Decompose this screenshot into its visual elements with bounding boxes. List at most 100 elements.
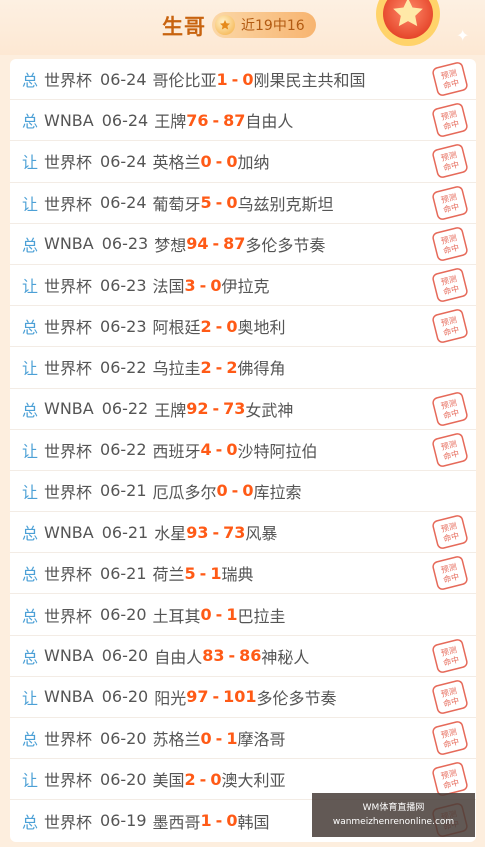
home-score: 97: [186, 687, 209, 707]
away-team: 多伦多节奏: [256, 688, 337, 708]
score-separator: -: [215, 357, 223, 377]
score-separator: -: [212, 399, 220, 419]
home-score: 0: [200, 151, 212, 171]
home-score: 0: [216, 481, 228, 501]
away-team: 韩国: [237, 812, 270, 832]
away-score: 73: [223, 522, 246, 542]
match-date: 06-24: [100, 69, 147, 89]
away-team: 沙特阿拉伯: [237, 441, 318, 461]
prediction-row[interactable]: 总世界杯 06-21 荷兰 5-1 瑞典 预测 命中: [10, 553, 476, 595]
score-separator: -: [215, 728, 223, 748]
league-name: 世界杯: [44, 359, 93, 379]
prediction-row[interactable]: 让 WNBA 06-20 阳光 97-101 多伦多节奏 预测 命中: [10, 677, 476, 718]
prediction-row[interactable]: 总 WNBA 06-23 梦想 94-87 多伦多节奏 预测 命中: [10, 224, 476, 265]
away-team: 瑞典: [221, 565, 254, 585]
prediction-row[interactable]: 让世界杯 06-23 法国 3-0 伊拉克 预测 命中: [10, 265, 476, 307]
away-team: 佛得角: [237, 359, 286, 379]
away-team: 乌兹别克斯坦: [237, 194, 334, 214]
away-team: 自由人: [245, 112, 294, 132]
league-name: WNBA: [44, 646, 94, 666]
prediction-hit-stamp: 预测命中: [432, 515, 468, 549]
away-team: 女武神: [245, 400, 294, 420]
prediction-hit-stamp: 预测命中: [432, 144, 468, 179]
prediction-row[interactable]: 总 WNBA 06-20 自由人 83-86 神秘人 预测 命中: [10, 636, 476, 677]
prediction-hit-stamp: 预测命中: [432, 226, 468, 261]
prediction-row[interactable]: 让世界杯 06-24 葡萄牙 5-0 乌兹别克斯坦 预测 命中: [10, 183, 476, 224]
home-team: 墨西哥: [152, 812, 201, 832]
score-separator: -: [215, 811, 223, 831]
away-team: 巴拉圭: [237, 606, 286, 626]
away-score: 1: [226, 605, 238, 625]
away-team: 库拉索: [253, 482, 302, 502]
prediction-type: 让: [22, 688, 39, 708]
match-date: 06-20: [101, 646, 149, 666]
prediction-hit-stamp: 预测命中: [432, 309, 468, 344]
league-name: WNBA: [44, 399, 94, 419]
league-name: 世界杯: [44, 71, 93, 91]
prediction-type: 总: [22, 112, 39, 132]
home-score: 4: [200, 440, 212, 460]
score-separator: -: [228, 646, 236, 666]
away-team: 神秘人: [261, 647, 310, 667]
home-team: 王牌: [154, 400, 187, 420]
prediction-row[interactable]: 总 WNBA 06-24 王牌 76-87 自由人 预测 命中: [10, 100, 476, 142]
league-name: 世界杯: [44, 277, 93, 297]
prediction-row[interactable]: 总 WNBA 06-21 水星 93-73 风暴 预测 命中: [10, 512, 476, 554]
prediction-row[interactable]: 让世界杯 06-22 西班牙 4-0 沙特阿拉伯 预测 命中: [10, 430, 476, 471]
home-score: 0: [200, 728, 212, 748]
home-score: 2: [200, 357, 212, 377]
home-team: 王牌: [154, 112, 187, 132]
prediction-row[interactable]: 总世界杯 06-20 苏格兰 0-1 摩洛哥 预测 命中: [10, 718, 476, 760]
score-separator: -: [215, 605, 223, 625]
away-score: 0: [242, 481, 254, 501]
match-date: 06-20: [101, 687, 149, 707]
score-separator: -: [212, 234, 220, 254]
prediction-list: 总世界杯 06-24 哥伦比亚 1-0 刚果民主共和国 预测 命中总 WNBA 06-24 王牌 7…: [10, 59, 476, 842]
score-separator: -: [231, 69, 239, 89]
prediction-row[interactable]: 总世界杯 06-23 阿根廷 2-0 奥地利 预测 命中: [10, 306, 476, 348]
away-team: 风暴: [245, 524, 278, 544]
home-team: 苏格兰: [152, 730, 201, 750]
prediction-row[interactable]: 总 WNBA 06-22 王牌 92-73 女武神 预测 命中: [10, 389, 476, 430]
prediction-hit-stamp: 预测命中: [432, 185, 468, 220]
home-team: 法国: [152, 277, 185, 297]
prediction-row[interactable]: 让世界杯 06-21 厄瓜多尔 0-0 库拉索: [10, 471, 476, 513]
home-team: 厄瓜多尔: [152, 482, 217, 502]
prediction-hit-stamp: 预测命中: [432, 679, 468, 714]
home-score: 83: [202, 646, 225, 666]
home-score: 2: [200, 316, 212, 336]
watermark: WM体育直播网 wanmeizhenrenonline.com: [312, 793, 475, 837]
home-score: 94: [186, 234, 209, 254]
away-score: 101: [223, 687, 257, 707]
match-date: 06-24: [100, 193, 147, 213]
away-score: 0: [226, 316, 238, 336]
home-team: 美国: [152, 771, 185, 791]
prediction-type: 让: [22, 194, 39, 214]
prediction-row[interactable]: 总世界杯 06-20 土耳其 0-1 巴拉圭: [10, 594, 476, 636]
prediction-row[interactable]: 总世界杯 06-24 哥伦比亚 1-0 刚果民主共和国 预测 命中: [10, 59, 476, 101]
match-date: 06-22: [100, 357, 147, 377]
away-score: 73: [223, 399, 246, 419]
match-date: 06-22: [101, 399, 149, 419]
prediction-hit-stamp: 预测命中: [432, 391, 468, 426]
home-team: 乌拉圭: [152, 359, 201, 379]
prediction-type: 总: [22, 71, 39, 91]
prediction-row[interactable]: 让世界杯 06-22 乌拉圭 2-2 佛得角: [10, 347, 476, 389]
prediction-row[interactable]: 让世界杯 06-24 英格兰 0-0 加纳 预测 命中: [10, 141, 476, 183]
away-team: 刚果民主共和国: [253, 71, 366, 91]
home-team: 阳光: [154, 688, 187, 708]
prediction-type: 总: [22, 606, 39, 626]
home-team: 荷兰: [152, 565, 185, 585]
match-date: 06-20: [100, 728, 147, 748]
league-name: 世界杯: [44, 153, 93, 173]
match-date: 06-24: [101, 110, 149, 130]
league-name: 世界杯: [44, 482, 93, 502]
league-name: 世界杯: [44, 318, 93, 338]
prediction-type: 总: [22, 647, 39, 667]
league-name: 世界杯: [44, 441, 93, 461]
score-separator: -: [199, 563, 207, 583]
watermark-line-1: WM体育直播网: [362, 803, 425, 813]
away-score: 0: [210, 769, 222, 789]
home-team: 梦想: [154, 235, 187, 255]
away-score: 1: [226, 728, 238, 748]
